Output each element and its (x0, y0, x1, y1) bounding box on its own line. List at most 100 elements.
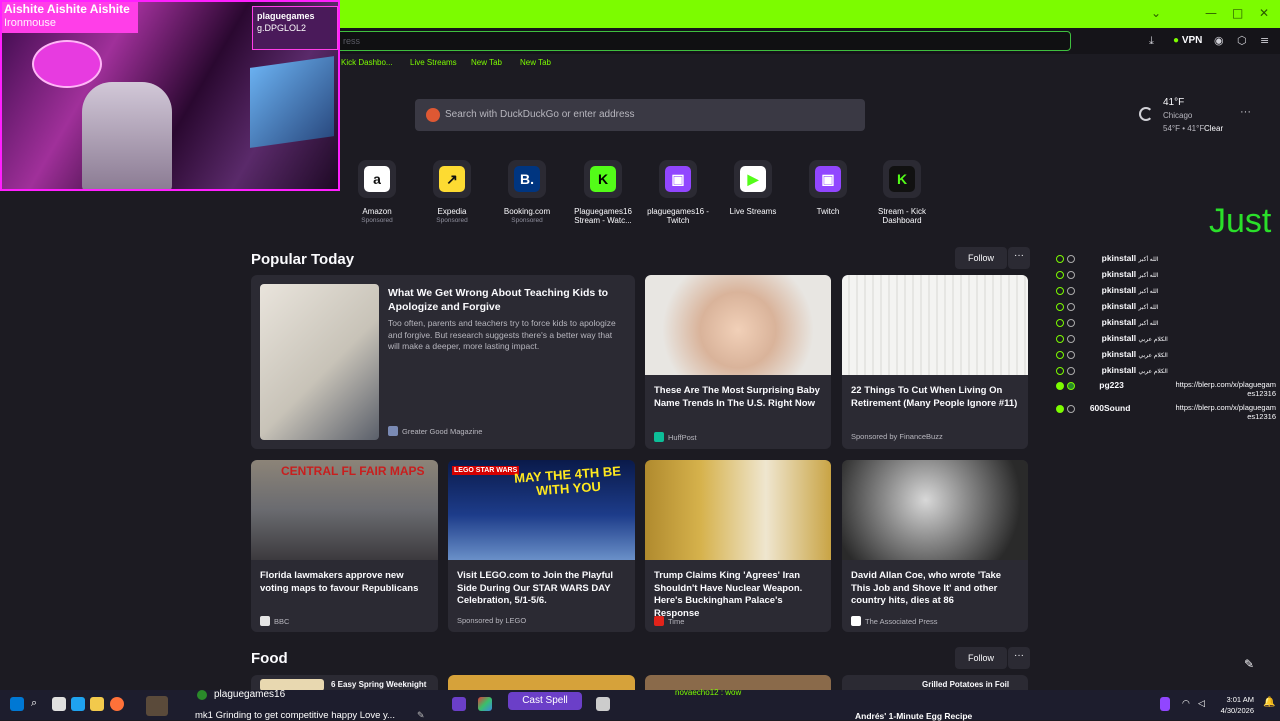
more-options-button[interactable]: ··· (1008, 647, 1030, 669)
story-image (260, 284, 379, 440)
weather-city: Chicago (1163, 111, 1193, 120)
follow-button[interactable]: Follow (955, 247, 1007, 269)
chat-message: pkinstall الكلام عربي (1056, 349, 1168, 359)
shortcut-booking[interactable]: B. Booking.com Sponsored (489, 160, 565, 224)
slack-icon[interactable] (478, 697, 492, 711)
close-icon[interactable]: ✕ (1259, 6, 1269, 20)
story-image (645, 460, 831, 560)
featured-story-card[interactable]: What We Get Wrong About Teaching Kids to… (251, 275, 635, 449)
shortcut-expedia[interactable]: ↗ Expedia Sponsored (414, 160, 490, 224)
chat-message: pkinstall الله أكبر (1056, 269, 1159, 279)
story-source: Greater Good Magazine (388, 426, 482, 436)
now-playing-banner: Aishite Aishite Aishite Ironmouse (2, 2, 138, 33)
story-card[interactable]: CENTRAL FL FAIR MAPS Florida lawmakers a… (251, 460, 438, 632)
extensions-icon[interactable]: ⬡ (1237, 34, 1247, 47)
twitch-icon: ▣ (815, 166, 841, 192)
chat-message: 600Sound https://blerp.com/x/plaguegam e… (1056, 403, 1276, 421)
notifications-icon[interactable]: 🔔 (1263, 697, 1275, 708)
source-logo-icon (388, 426, 398, 436)
bookmark-item[interactable]: Live Streams (410, 58, 457, 67)
food-card[interactable]: Grilled Potatoes in Foil (842, 675, 1028, 690)
story-card[interactable]: These Are The Most Surprising Baby Name … (645, 275, 831, 449)
firefox-icon[interactable] (110, 697, 124, 711)
source-logo-icon (654, 432, 664, 442)
story-source: Time (654, 616, 684, 626)
food-title: 6 Easy Spring Weeknight (331, 680, 427, 689)
kick-icon: K (889, 166, 915, 192)
story-card[interactable]: Trump Claims King 'Agrees' Iran Shouldn'… (645, 460, 831, 632)
kick-icon: K (590, 166, 616, 192)
customize-pencil-icon[interactable]: ✎ (1244, 657, 1254, 671)
twitch-icon: ▣ (665, 166, 691, 192)
more-options-button[interactable]: ··· (1008, 247, 1030, 269)
weather-moon-icon (1139, 107, 1153, 121)
menu-icon[interactable]: ≡ (1260, 34, 1269, 47)
chat-message: pkinstall الله أكبر (1056, 253, 1159, 263)
shortcut-twitch[interactable]: ▣ Twitch (790, 160, 866, 216)
chat-message: pkinstall الله أكبر (1056, 285, 1159, 295)
account-icon[interactable]: ◉ (1214, 34, 1224, 47)
story-image (842, 275, 1028, 375)
volume-icon[interactable]: ◁ (1198, 698, 1205, 709)
clock-date[interactable]: 4/30/2026 (1218, 706, 1254, 715)
chat-message: pkinstall الكلام عربي (1056, 365, 1168, 375)
weather-temp: 41°F (1163, 97, 1185, 108)
address-bar[interactable]: ress (336, 31, 1071, 51)
stream-app-icon[interactable] (452, 697, 466, 711)
shortcut-kick-dashboard[interactable]: K Stream - Kick Dashboard (864, 160, 940, 225)
story-image: LEGO STAR WARS MAY THE 4TH BE WITH YOU (448, 460, 635, 560)
neon-sign-logo (32, 40, 102, 88)
song-artist: Ironmouse (4, 17, 56, 29)
shortcut-twitch-channel[interactable]: ▣ plaguegames16 - Twitch (640, 160, 716, 225)
maximize-icon[interactable]: □ (1232, 6, 1243, 20)
newtab-search-input[interactable]: Search with DuckDuckGo or enter address (415, 99, 865, 131)
story-card[interactable]: LEGO STAR WARS MAY THE 4TH BE WITH YOU V… (448, 460, 635, 632)
story-source: Sponsored by FinanceBuzz (851, 432, 943, 441)
cast-spell-button[interactable]: Cast Spell (508, 692, 582, 710)
food-card[interactable]: 6 Easy Spring Weeknight (251, 675, 438, 690)
story-image (842, 460, 1028, 560)
shortcut-kick-stream[interactable]: K Plaguegames16 Stream - Watc... (565, 160, 641, 225)
weather-more-icon[interactable]: ··· (1240, 106, 1251, 118)
search-icon[interactable]: ⌕ (31, 697, 37, 710)
avatar (146, 696, 168, 716)
vpn-shield-icon: ● (1173, 35, 1180, 46)
wifi-icon[interactable]: ◠ (1182, 698, 1190, 709)
food-heading: Food (251, 650, 288, 667)
tray-icon[interactable] (1160, 697, 1170, 711)
download-icon[interactable]: ⤓ (1149, 34, 1154, 48)
chevron-down-icon[interactable]: ⌄ (1151, 6, 1161, 20)
file-explorer-icon[interactable] (90, 697, 104, 711)
story-title: David Allan Coe, who wrote 'Take This Jo… (851, 570, 1002, 606)
clock-time[interactable]: 3:01 AM (1226, 695, 1254, 704)
story-title: Trump Claims King 'Agrees' Iran Shouldn'… (654, 570, 803, 619)
song-title: Aishite Aishite Aishite (4, 2, 130, 16)
shortcut-amazon[interactable]: a Amazon Sponsored (339, 160, 415, 224)
story-title: These Are The Most Surprising Baby Name … (654, 385, 820, 409)
bookmark-item[interactable]: New Tab (520, 58, 551, 67)
vpn-button[interactable]: ● VPN (1173, 35, 1202, 46)
minimize-icon[interactable]: — (1205, 6, 1217, 20)
story-card[interactable]: 22 Things To Cut When Living On Retireme… (842, 275, 1028, 449)
follow-button[interactable]: Follow (955, 647, 1007, 669)
overlay-ticker-text: Just (1209, 202, 1272, 240)
app-icon[interactable] (596, 697, 610, 711)
source-logo-icon (260, 616, 270, 626)
food-card[interactable] (448, 675, 635, 690)
task-view-icon[interactable] (52, 697, 66, 711)
chat-message: pkinstall الله أكبر (1056, 317, 1159, 327)
story-card[interactable]: David Allan Coe, who wrote 'Take This Jo… (842, 460, 1028, 632)
start-icon[interactable] (10, 697, 24, 711)
source-logo-icon (654, 616, 664, 626)
bookmark-item[interactable]: Kick Dashbo... (341, 58, 393, 67)
play-icon: ▶ (740, 166, 766, 192)
edge-icon[interactable] (71, 697, 85, 711)
shortcut-live-streams[interactable]: ▶ Live Streams (715, 160, 791, 216)
bookmark-item[interactable]: New Tab (471, 58, 502, 67)
booking-icon: B. (514, 166, 540, 192)
story-source: HuffPost (654, 432, 697, 442)
edit-pencil-icon[interactable]: ✎ (417, 710, 425, 721)
source-logo-icon (851, 616, 861, 626)
streamer-figure (82, 82, 172, 189)
protest-sign-text: CENTRAL FL FAIR MAPS (281, 464, 425, 478)
